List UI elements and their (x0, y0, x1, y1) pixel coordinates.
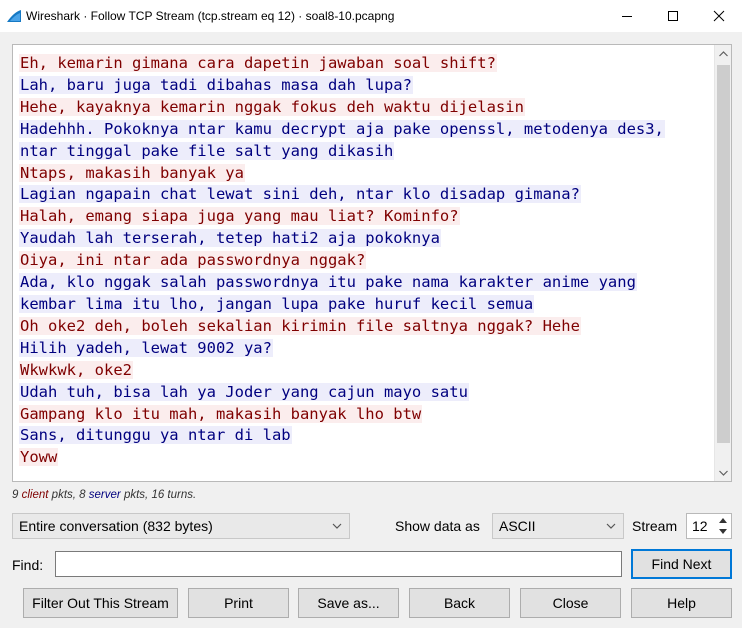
spin-up-button[interactable] (716, 515, 730, 526)
chevron-down-icon (332, 523, 342, 529)
client-stream-line: Ntaps, makasih banyak ya (19, 163, 713, 185)
filter-out-stream-button[interactable]: Filter Out This Stream (23, 588, 178, 618)
server-stream-text: ntar tinggal pake file salt yang dikasih (19, 141, 395, 160)
server-stream-text: Hadehhh. Pokoknya ntar kamu decrypt aja … (19, 119, 665, 138)
client-stream-line: Yoww (19, 447, 713, 469)
back-button[interactable]: Back (409, 588, 510, 618)
server-stream-line: Lagian ngapain chat lewat sini deh, ntar… (19, 184, 713, 206)
server-stream-text: Sans, ditunggu ya ntar di lab (19, 426, 292, 445)
conversation-select-value: Entire conversation (832 bytes) (19, 518, 213, 534)
server-stream-line: Udah tuh, bisa lah ya Joder yang cajun m… (19, 382, 713, 404)
client-stream-text: Yoww (19, 448, 59, 467)
find-label: Find: (12, 557, 44, 573)
server-stream-line: ntar tinggal pake file salt yang dikasih (19, 141, 713, 163)
wireshark-fin-icon (7, 10, 21, 22)
show-data-label: Show data as (395, 518, 480, 534)
vertical-scrollbar[interactable] (714, 45, 731, 481)
client-pkts-label: pkts, (51, 489, 76, 501)
conversation-select[interactable]: Entire conversation (832 bytes) (12, 513, 350, 539)
caret-up-icon (719, 518, 727, 523)
stream-number-value: 12 (692, 518, 708, 534)
maximize-icon (668, 11, 678, 21)
client-stream-text: Hehe, kayaknya kemarin nggak fokus deh w… (19, 97, 525, 116)
client-stream-text: Oiya, ini ntar ada passwordnya nggak? (19, 251, 367, 270)
find-input[interactable] (55, 551, 622, 577)
server-stream-line: Yaudah lah terserah, tetep hati2 aja pok… (19, 228, 713, 250)
server-count: 8 (79, 489, 86, 501)
stream-stats: 9 client pkts, 8 server pkts, 16 turns. (12, 489, 196, 501)
server-stream-text: kembar lima itu lho, jangan lupa pake hu… (19, 294, 535, 313)
server-stream-text: Hilih yadeh, lewat 9002 ya? (19, 338, 273, 357)
client-stream-line: Gampang klo itu mah, makasih banyak lho … (19, 404, 713, 426)
window-title: Wireshark · Follow TCP Stream (tcp.strea… (26, 9, 395, 23)
server-label: server (88, 489, 121, 501)
minimize-button[interactable] (604, 0, 650, 32)
client-stream-line: Wkwkwk, oke2 (19, 360, 713, 382)
client-stream-text: Wkwkwk, oke2 (19, 360, 133, 379)
scroll-down-button[interactable] (715, 464, 731, 481)
client-stream-text: Gampang klo itu mah, makasih banyak lho … (19, 404, 423, 423)
server-stream-text: Lah, baru juga tadi dibahas masa dah lup… (19, 75, 413, 94)
server-stream-text: Udah tuh, bisa lah ya Joder yang cajun m… (19, 382, 469, 401)
show-data-as-select[interactable]: ASCII (492, 513, 624, 539)
stream-label: Stream (632, 518, 678, 534)
client-stream-text: Halah, emang siapa juga yang mau liat? K… (19, 207, 460, 226)
server-stream-line: Sans, ditunggu ya ntar di lab (19, 425, 713, 447)
scroll-up-button[interactable] (715, 45, 731, 62)
save-as-button[interactable]: Save as... (298, 588, 399, 618)
client-stream-text: Oh oke2 deh, boleh sekalian kirimin file… (19, 316, 581, 335)
client-label: client (21, 489, 49, 501)
close-window-button[interactable] (696, 0, 742, 32)
title-bar: Wireshark · Follow TCP Stream (tcp.strea… (0, 0, 742, 32)
client-stream-line: Oh oke2 deh, boleh sekalian kirimin file… (19, 316, 713, 338)
client-stream-line: Oiya, ini ntar ada passwordnya nggak? (19, 250, 713, 272)
server-stream-line: Hadehhh. Pokoknya ntar kamu decrypt aja … (19, 119, 713, 141)
client-stream-text: Eh, kemarin gimana cara dapetin jawaban … (19, 54, 497, 72)
client-stream-line: Eh, kemarin gimana cara dapetin jawaban … (19, 53, 713, 75)
maximize-button[interactable] (650, 0, 696, 32)
chevron-down-icon (606, 523, 616, 529)
client-stream-line: Hehe, kayaknya kemarin nggak fokus deh w… (19, 97, 713, 119)
server-stream-line: kembar lima itu lho, jangan lupa pake hu… (19, 294, 713, 316)
turns-count: 16 turns. (151, 489, 197, 501)
server-stream-line: Lah, baru juga tadi dibahas masa dah lup… (19, 75, 713, 97)
chevron-up-icon (719, 50, 728, 56)
print-button[interactable]: Print (188, 588, 289, 618)
help-button[interactable]: Help (631, 588, 732, 618)
client-count: 9 (12, 489, 19, 501)
client-stream-line: Halah, emang siapa juga yang mau liat? K… (19, 206, 713, 228)
spin-down-button[interactable] (716, 526, 730, 537)
close-button[interactable]: Close (520, 588, 621, 618)
client-stream-text: Ntaps, makasih banyak ya (19, 163, 245, 182)
server-stream-line: Hilih yadeh, lewat 9002 ya? (19, 338, 713, 360)
server-stream-text: Yaudah lah terserah, tetep hati2 aja pok… (19, 229, 441, 248)
server-stream-line: Ada, klo nggak salah passwordnya itu pak… (19, 272, 713, 294)
server-stream-text: Lagian ngapain chat lewat sini deh, ntar… (19, 185, 581, 204)
stream-number-spinbox[interactable]: 12 (686, 513, 732, 539)
find-next-button[interactable]: Find Next (631, 549, 732, 579)
minimize-icon (622, 16, 632, 17)
server-pkts-label: pkts, (123, 489, 149, 501)
stream-content-pane[interactable]: Eh, kemarin gimana cara dapetin jawaban … (12, 44, 732, 482)
close-icon (713, 10, 725, 22)
show-data-as-value: ASCII (499, 518, 536, 534)
chevron-down-icon (719, 470, 728, 476)
scrollbar-thumb[interactable] (717, 65, 730, 443)
stream-text: Eh, kemarin gimana cara dapetin jawaban … (19, 53, 713, 469)
server-stream-text: Ada, klo nggak salah passwordnya itu pak… (19, 273, 637, 292)
caret-down-icon (719, 529, 727, 534)
